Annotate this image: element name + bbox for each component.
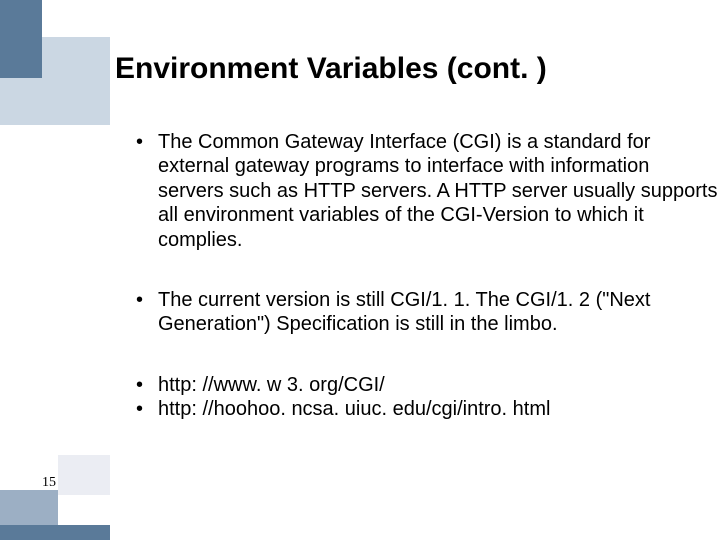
bullet-item: http: //hoohoo. ncsa. uiuc. edu/cgi/intr… (130, 397, 720, 421)
slide-title: Environment Variables (cont. ) (115, 52, 547, 86)
slide-body: The Common Gateway Interface (CGI) is a … (130, 130, 720, 422)
decor-block (0, 525, 110, 540)
page-number: 15 (42, 475, 56, 491)
sidebar-decoration (0, 0, 110, 540)
bullet-item: The Common Gateway Interface (CGI) is a … (130, 130, 720, 252)
decor-block (58, 455, 110, 495)
bullet-item: The current version is still CGI/1. 1. T… (130, 288, 720, 337)
bullet-item: http: //www. w 3. org/CGI/ (130, 373, 720, 397)
decor-block (0, 0, 42, 78)
